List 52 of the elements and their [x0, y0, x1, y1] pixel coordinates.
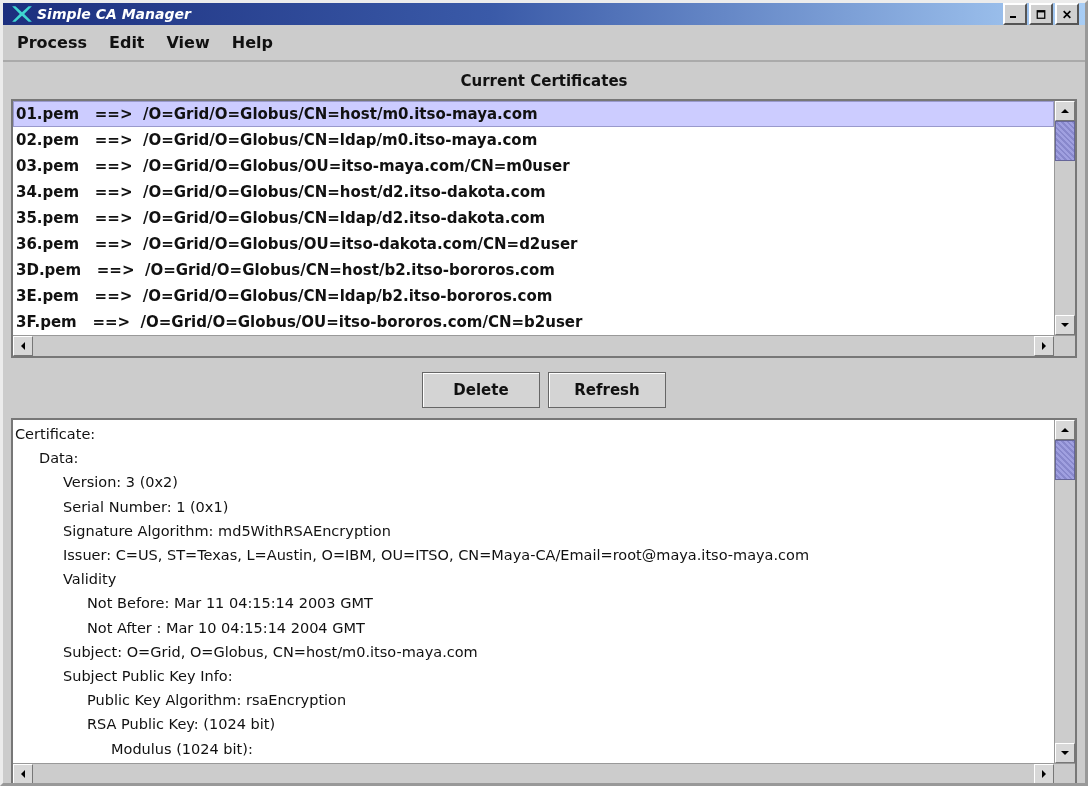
menu-item[interactable]: Process [17, 33, 87, 52]
scroll-left-button[interactable] [13, 763, 33, 783]
maximize-button[interactable] [1029, 3, 1053, 25]
detail-line: Certificate: [15, 425, 97, 444]
scroll-up-button[interactable] [1055, 101, 1075, 121]
certificate-item[interactable]: 03.pem ==> /O=Grid/O=Globus/OU=itso-maya.com/CN=m0user [13, 153, 1054, 179]
detail-line: Validity [63, 570, 118, 590]
minimize-button[interactable] [1003, 3, 1027, 25]
down-arrow-icon [1060, 320, 1070, 330]
detail-line: Signature Algorithm: md5WithRSAEncryption [63, 521, 392, 541]
certificate-item[interactable]: 36.pem ==> /O=Grid/O=Globus/OU=itso-dakota.com/CN=d2user [13, 231, 1054, 257]
menu-item[interactable]: Help [231, 33, 273, 52]
detail-line: Not Before: Mar 11 04:15:14 2003 GMT [87, 594, 374, 614]
scroll-right-button[interactable] [1034, 763, 1054, 783]
minimize-icon [1010, 16, 1016, 18]
up-arrow-icon [1060, 106, 1070, 116]
right-arrow-icon [1039, 341, 1049, 351]
certificate-item[interactable]: 3F.pem ==> /O=Grid/O=Globus/OU=itso-bororos.com/CN=b2user [13, 309, 1054, 335]
detail-line: Not After : Mar 10 04:15:14 2004 GMT [87, 618, 366, 638]
certificate-item[interactable]: 3D.pem ==> /O=Grid/O=Globus/CN=host/b2.itso-bororos.com [13, 257, 1054, 283]
menu-item[interactable]: View [166, 33, 210, 52]
scroll-left-button[interactable] [13, 336, 33, 356]
detail-line: Modulus (1024 bit): [111, 739, 254, 759]
right-arrow-icon [1039, 768, 1049, 779]
certificate-item[interactable]: 35.pem ==> /O=Grid/O=Globus/CN=ldap/d2.itso-dakota.com [13, 205, 1054, 231]
scrollbar-thumb[interactable] [1055, 121, 1075, 161]
scroll-up-button[interactable] [1055, 420, 1075, 440]
detail-line: Issuer: C=US, ST=Texas, L=Austin, O=IBM, OU=ITSO, CN=Maya-CA/Email=root@maya.itso-maya.com [63, 546, 811, 565]
detail-line: Version: 3 (0x2) [63, 473, 179, 493]
certificate-item[interactable]: 01.pem ==> /O=Grid/O=Globus/CN=host/m0.itso-maya.com [13, 101, 1054, 127]
close-button[interactable] [1055, 3, 1079, 25]
x-logo-icon [11, 5, 33, 23]
scrollbar-thumb[interactable] [1055, 440, 1075, 480]
scroll-down-button[interactable] [1055, 315, 1075, 335]
delete-button[interactable]: Delete [422, 372, 540, 408]
window-title: Simple CA Manager [37, 6, 191, 22]
up-arrow-icon [1060, 425, 1070, 435]
scroll-down-button[interactable] [1055, 742, 1075, 763]
certificate-item[interactable]: 02.pem ==> /O=Grid/O=Globus/CN=ldap/m0.itso-maya.com [13, 127, 1054, 153]
detail-line: Public Key Algorithm: rsaEncryption [87, 691, 348, 711]
menu-item[interactable]: Edit [109, 33, 145, 52]
maximize-icon [1036, 7, 1046, 21]
detail-line: Serial Number: 1 (0x1) [63, 497, 230, 517]
detail-line: Data: [39, 449, 80, 469]
detail-line: Subject Public Key Info: [63, 667, 234, 687]
certificate-item[interactable]: 3E.pem ==> /O=Grid/O=Globus/CN=ldap/b2.itso-bororos.com [13, 283, 1054, 309]
detail-line: Subject: O=Grid, O=Globus, CN=host/m0.itso-maya.com [63, 642, 479, 662]
refresh-button[interactable]: Refresh [548, 372, 666, 408]
detail-line: RSA Public Key: (1024 bit) [87, 715, 277, 735]
section-title: Current Certificates [459, 71, 629, 92]
certificate-item[interactable]: 34.pem ==> /O=Grid/O=Globus/CN=host/d2.itso-dakota.com [13, 179, 1054, 205]
scroll-right-button[interactable] [1034, 336, 1054, 356]
